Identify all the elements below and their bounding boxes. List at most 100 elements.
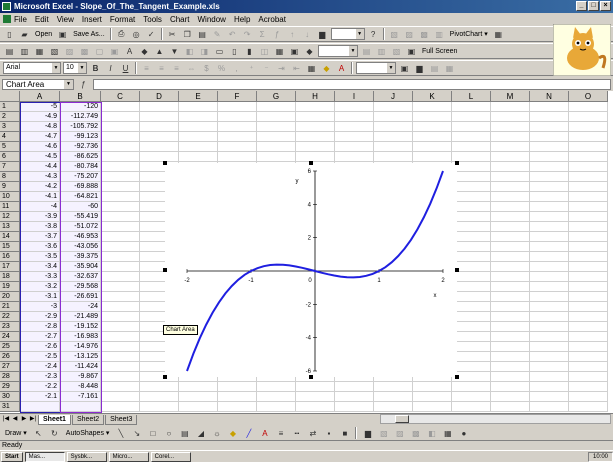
cell-a[interactable]: -3.6: [20, 242, 60, 252]
menu-window[interactable]: Window: [198, 15, 226, 24]
chart-icon[interactable]: ▆: [361, 427, 374, 440]
cell-a[interactable]: -3.8: [20, 222, 60, 232]
toolbar-icon[interactable]: ▩: [78, 45, 91, 58]
free-rotate-icon[interactable]: ↻: [48, 427, 61, 440]
cell-n[interactable]: [530, 272, 569, 282]
italic-button[interactable]: I: [104, 62, 117, 75]
toolbar-icon[interactable]: ▨: [63, 45, 76, 58]
cell-c[interactable]: [101, 402, 140, 412]
cell-f[interactable]: [218, 112, 257, 122]
cell-a[interactable]: -3.4: [20, 262, 60, 272]
cell-b[interactable]: -60: [60, 202, 101, 212]
cell-o[interactable]: [569, 242, 608, 252]
cell-m[interactable]: [491, 382, 530, 392]
cell-a[interactable]: -4.9: [20, 112, 60, 122]
cell-d[interactable]: [140, 112, 179, 122]
cell-n[interactable]: [530, 222, 569, 232]
toolbar-icon[interactable]: ▣: [288, 45, 301, 58]
cell-g[interactable]: [257, 392, 296, 402]
row-header[interactable]: 27: [0, 362, 20, 372]
cell-g[interactable]: [257, 402, 296, 412]
cell-l[interactable]: [452, 272, 491, 282]
undo-icon[interactable]: ↶: [226, 28, 239, 41]
percent-icon[interactable]: %: [215, 62, 228, 75]
toolbar-icon[interactable]: ▩: [418, 28, 431, 41]
dash-style-icon[interactable]: ┅: [290, 427, 303, 440]
row-header[interactable]: 30: [0, 392, 20, 402]
row-header[interactable]: 31: [0, 402, 20, 412]
cell-a[interactable]: -4.7: [20, 132, 60, 142]
cell-n[interactable]: [530, 312, 569, 322]
cell-c[interactable]: [101, 112, 140, 122]
cell-n[interactable]: [530, 172, 569, 182]
fill-color-icon[interactable]: ◆: [320, 62, 333, 75]
save-icon[interactable]: ▣: [56, 28, 69, 41]
cell-i[interactable]: [335, 112, 374, 122]
row-header[interactable]: 18: [0, 272, 20, 282]
row-header[interactable]: 13: [0, 222, 20, 232]
workbook-icon[interactable]: [3, 15, 11, 23]
column-header-g[interactable]: G: [257, 91, 296, 102]
cell-b[interactable]: -51.072: [60, 222, 101, 232]
toolbar-combo[interactable]: ▼: [318, 45, 358, 57]
cell-l[interactable]: [452, 122, 491, 132]
cell-c[interactable]: [101, 212, 140, 222]
redo-icon[interactable]: ↷: [241, 28, 254, 41]
cell-n[interactable]: [530, 242, 569, 252]
cell-k[interactable]: [413, 142, 452, 152]
cell-n[interactable]: [530, 372, 569, 382]
cell-i[interactable]: [335, 152, 374, 162]
cell-o[interactable]: [569, 382, 608, 392]
row-header[interactable]: 14: [0, 232, 20, 242]
open-icon[interactable]: ▰: [18, 28, 31, 41]
cell-o[interactable]: [569, 322, 608, 332]
font-name-combo[interactable]: Arial ▼: [3, 62, 61, 74]
menu-help[interactable]: Help: [234, 15, 250, 24]
cell-o[interactable]: [569, 272, 608, 282]
column-header-j[interactable]: J: [374, 91, 413, 102]
row-header[interactable]: 6: [0, 152, 20, 162]
cell-n[interactable]: [530, 292, 569, 302]
cell-k[interactable]: [413, 102, 452, 112]
cell-c[interactable]: [101, 382, 140, 392]
cell-i[interactable]: [335, 402, 374, 412]
office-assistant-cat-icon[interactable]: [553, 24, 611, 76]
open-button[interactable]: Open: [33, 31, 54, 38]
cell-n[interactable]: [530, 102, 569, 112]
toolbar-icon[interactable]: ▧: [48, 45, 61, 58]
cell-j[interactable]: [374, 112, 413, 122]
cell-c[interactable]: [101, 192, 140, 202]
tab-sheet3[interactable]: Sheet3: [105, 414, 138, 425]
menu-edit[interactable]: Edit: [35, 15, 49, 24]
cell-l[interactable]: [452, 402, 491, 412]
cell-n[interactable]: [530, 252, 569, 262]
cell-b[interactable]: -64.821: [60, 192, 101, 202]
cell-j[interactable]: [374, 392, 413, 402]
cell-b[interactable]: -75.207: [60, 172, 101, 182]
cell-m[interactable]: [491, 402, 530, 412]
cell-n[interactable]: [530, 132, 569, 142]
cell-j[interactable]: [374, 382, 413, 392]
center-icon[interactable]: ≡: [155, 62, 168, 75]
cell-a[interactable]: -3.1: [20, 292, 60, 302]
cell-c[interactable]: [101, 352, 140, 362]
function-icon[interactable]: ƒ: [271, 28, 284, 41]
cell-h[interactable]: [296, 392, 335, 402]
line-style-icon[interactable]: ≡: [274, 427, 287, 440]
cell-h[interactable]: [296, 142, 335, 152]
cell-h[interactable]: [296, 382, 335, 392]
cell-b[interactable]: -112.749: [60, 112, 101, 122]
cell-m[interactable]: [491, 162, 530, 172]
sort-ascending-icon[interactable]: ↑: [286, 28, 299, 41]
cell-b[interactable]: -29.568: [60, 282, 101, 292]
cell-l[interactable]: [452, 212, 491, 222]
cell-l[interactable]: [452, 332, 491, 342]
cell-j[interactable]: [374, 152, 413, 162]
cell-l[interactable]: [452, 362, 491, 372]
cell-b[interactable]: -55.419: [60, 212, 101, 222]
cell-a[interactable]: -5: [20, 102, 60, 112]
taskbar-item[interactable]: Sysbk...: [66, 451, 107, 462]
indent-icon[interactable]: ⇥: [275, 62, 288, 75]
cell-i[interactable]: [335, 142, 374, 152]
cell-j[interactable]: [374, 142, 413, 152]
